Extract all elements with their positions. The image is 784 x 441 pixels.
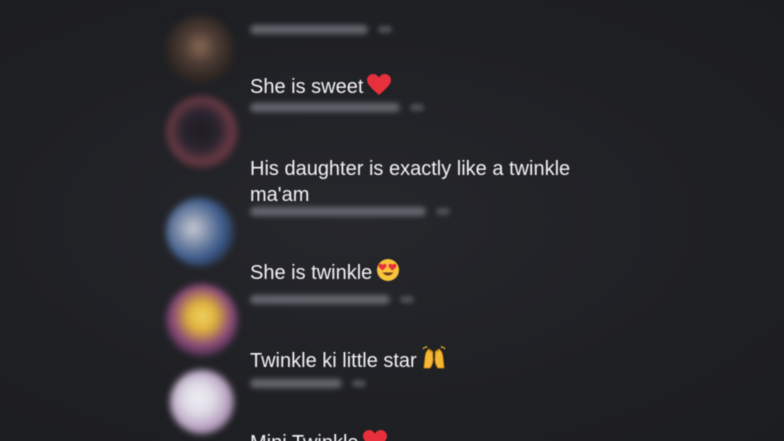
timestamp-blurred xyxy=(352,379,366,387)
comment-meta xyxy=(250,294,414,304)
timestamp-blurred xyxy=(436,207,450,215)
username-blurred[interactable] xyxy=(250,24,368,34)
avatar[interactable] xyxy=(166,16,234,84)
comment-meta xyxy=(250,206,450,216)
comment-text: She is sweet xyxy=(250,48,392,103)
username-blurred[interactable] xyxy=(250,294,390,304)
avatar[interactable] xyxy=(166,198,234,266)
comment-item: Mini Twinkle xyxy=(166,366,646,441)
comment-text: Mini Twinkle xyxy=(250,404,387,441)
comment-body: Mini Twinkle xyxy=(250,432,359,441)
comment-body: She is twinkle xyxy=(250,262,373,284)
timestamp-blurred xyxy=(378,25,392,33)
comment-item: His daughter is exactly like a twinkle m… xyxy=(166,96,646,206)
username-blurred[interactable] xyxy=(250,378,342,388)
comment-item: She is twinkle xyxy=(166,196,646,284)
comment-meta xyxy=(250,24,392,34)
comment-text: She is twinkle xyxy=(250,232,400,289)
avatar[interactable] xyxy=(166,96,238,168)
comment-meta xyxy=(250,102,424,112)
red-heart-icon xyxy=(362,430,387,441)
comment-item: She is sweet xyxy=(166,14,646,98)
username-blurred[interactable] xyxy=(250,102,400,112)
comment-meta xyxy=(250,378,366,388)
avatar[interactable] xyxy=(170,370,234,434)
timestamp-blurred xyxy=(410,103,424,111)
comment-body: She is sweet xyxy=(250,76,364,98)
comment-item: Twinkle ki little star xyxy=(166,282,646,372)
timestamp-blurred xyxy=(400,295,414,303)
username-blurred[interactable] xyxy=(250,206,426,216)
avatar[interactable] xyxy=(166,284,238,356)
